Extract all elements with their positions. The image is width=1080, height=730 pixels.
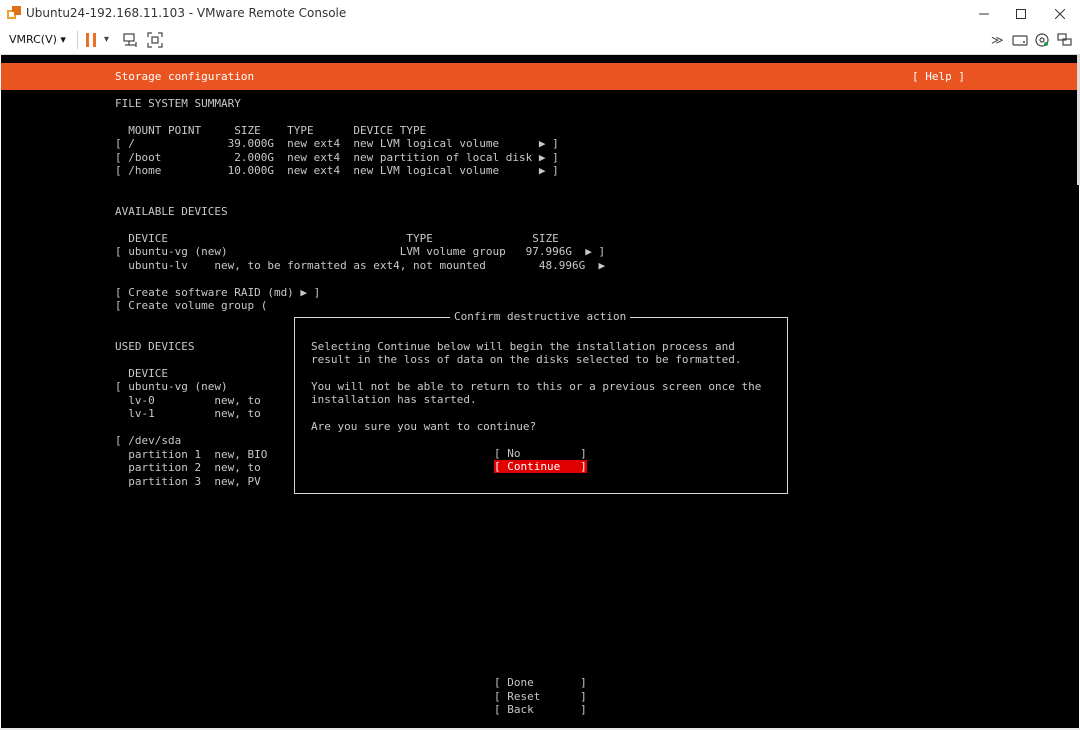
reset-button[interactable]: [ Reset ] xyxy=(494,690,587,703)
fs-row-home[interactable]: [ /home 10.000G new ext4 new LVM logical… xyxy=(115,164,559,177)
used-devices-columns: DEVICE xyxy=(115,367,168,380)
pause-dropdown-icon[interactable]: ▾ xyxy=(104,34,109,45)
chevron-down-icon: ▾ xyxy=(60,33,66,46)
pause-button[interactable] xyxy=(86,33,98,47)
hard-disk-icon[interactable] xyxy=(1012,33,1028,47)
dialog-message-line: You will not be able to return to this o… xyxy=(311,380,762,393)
used-row[interactable]: [ ubuntu-vg (new) xyxy=(115,380,228,393)
close-icon xyxy=(1055,8,1065,19)
maximize-button[interactable] xyxy=(1001,0,1041,27)
used-row: partition 3 new, PV xyxy=(115,475,261,488)
vm-console-screen[interactable]: Storage configuration [ Help ] FILE SYST… xyxy=(1,55,1079,728)
available-row-ubuntu-vg[interactable]: [ ubuntu-vg (new) LVM volume group 97.99… xyxy=(115,245,605,258)
maximize-icon xyxy=(1016,8,1026,19)
fs-row-boot[interactable]: [ /boot 2.000G new ext4 new partition of… xyxy=(115,151,559,164)
send-ctrl-alt-del-icon[interactable] xyxy=(122,32,138,48)
dialog-title: Confirm destructive action xyxy=(450,310,631,323)
help-button[interactable]: [ Help ] xyxy=(912,70,965,83)
used-row: partition 2 new, to xyxy=(115,461,261,474)
dialog-message-line: installation has started. xyxy=(311,393,477,406)
dialog-message-line: result in the loss of data on the disks … xyxy=(311,353,742,366)
create-raid-button[interactable]: [ Create software RAID (md) ▶ ] xyxy=(115,286,320,299)
done-button[interactable]: [ Done ] xyxy=(494,676,587,689)
used-row: lv-1 new, to xyxy=(115,407,261,420)
vmrc-menu-label: VMRC(V) xyxy=(9,33,57,46)
no-button[interactable]: [ No ] xyxy=(494,447,587,460)
toolbar-divider xyxy=(77,31,78,49)
vmrc-menu-button[interactable]: VMRC(V) ▾ xyxy=(9,33,66,46)
fs-row-root[interactable]: [ / 39.000G new ext4 new LVM logical vol… xyxy=(115,137,559,150)
cd-dvd-icon[interactable] xyxy=(1035,33,1049,47)
minimize-button[interactable] xyxy=(964,0,1004,27)
dialog-question: Are you sure you want to continue? xyxy=(311,420,537,433)
used-row: partition 1 new, BIO xyxy=(115,448,268,461)
installer-title: Storage configuration xyxy=(115,70,255,83)
close-button[interactable] xyxy=(1040,0,1080,27)
create-volume-group-button[interactable]: [ Create volume group ( xyxy=(115,299,267,312)
pause-icon xyxy=(86,33,89,47)
used-row[interactable]: [ /dev/sda xyxy=(115,434,181,447)
installer-header-bar: Storage configuration [ Help ] xyxy=(1,63,1079,90)
fs-summary-columns: MOUNT POINT SIZE TYPE DEVICE TYPE xyxy=(115,124,427,137)
network-adapter-icon[interactable] xyxy=(1057,33,1073,47)
window-title: Ubuntu24-192.168.11.103 - VMware Remote … xyxy=(26,6,347,20)
used-row: lv-0 new, to xyxy=(115,394,261,407)
available-row-ubuntu-lv[interactable]: ubuntu-lv new, to be formatted as ext4, … xyxy=(115,259,605,272)
back-button[interactable]: [ Back ] xyxy=(494,703,587,716)
continue-button[interactable]: [ Continue ] xyxy=(494,460,587,473)
fs-summary-heading: FILE SYSTEM SUMMARY xyxy=(115,97,241,110)
used-devices-heading: USED DEVICES xyxy=(115,340,195,353)
vmware-app-icon xyxy=(7,6,21,19)
minimize-icon xyxy=(979,13,989,14)
more-options-icon[interactable]: ≫ xyxy=(991,33,1004,47)
available-devices-columns: DEVICE TYPE SIZE xyxy=(115,232,559,245)
available-devices-heading: AVAILABLE DEVICES xyxy=(115,205,228,218)
fullscreen-icon[interactable] xyxy=(147,32,163,48)
dialog-message-line: Selecting Continue below will begin the … xyxy=(311,340,735,353)
